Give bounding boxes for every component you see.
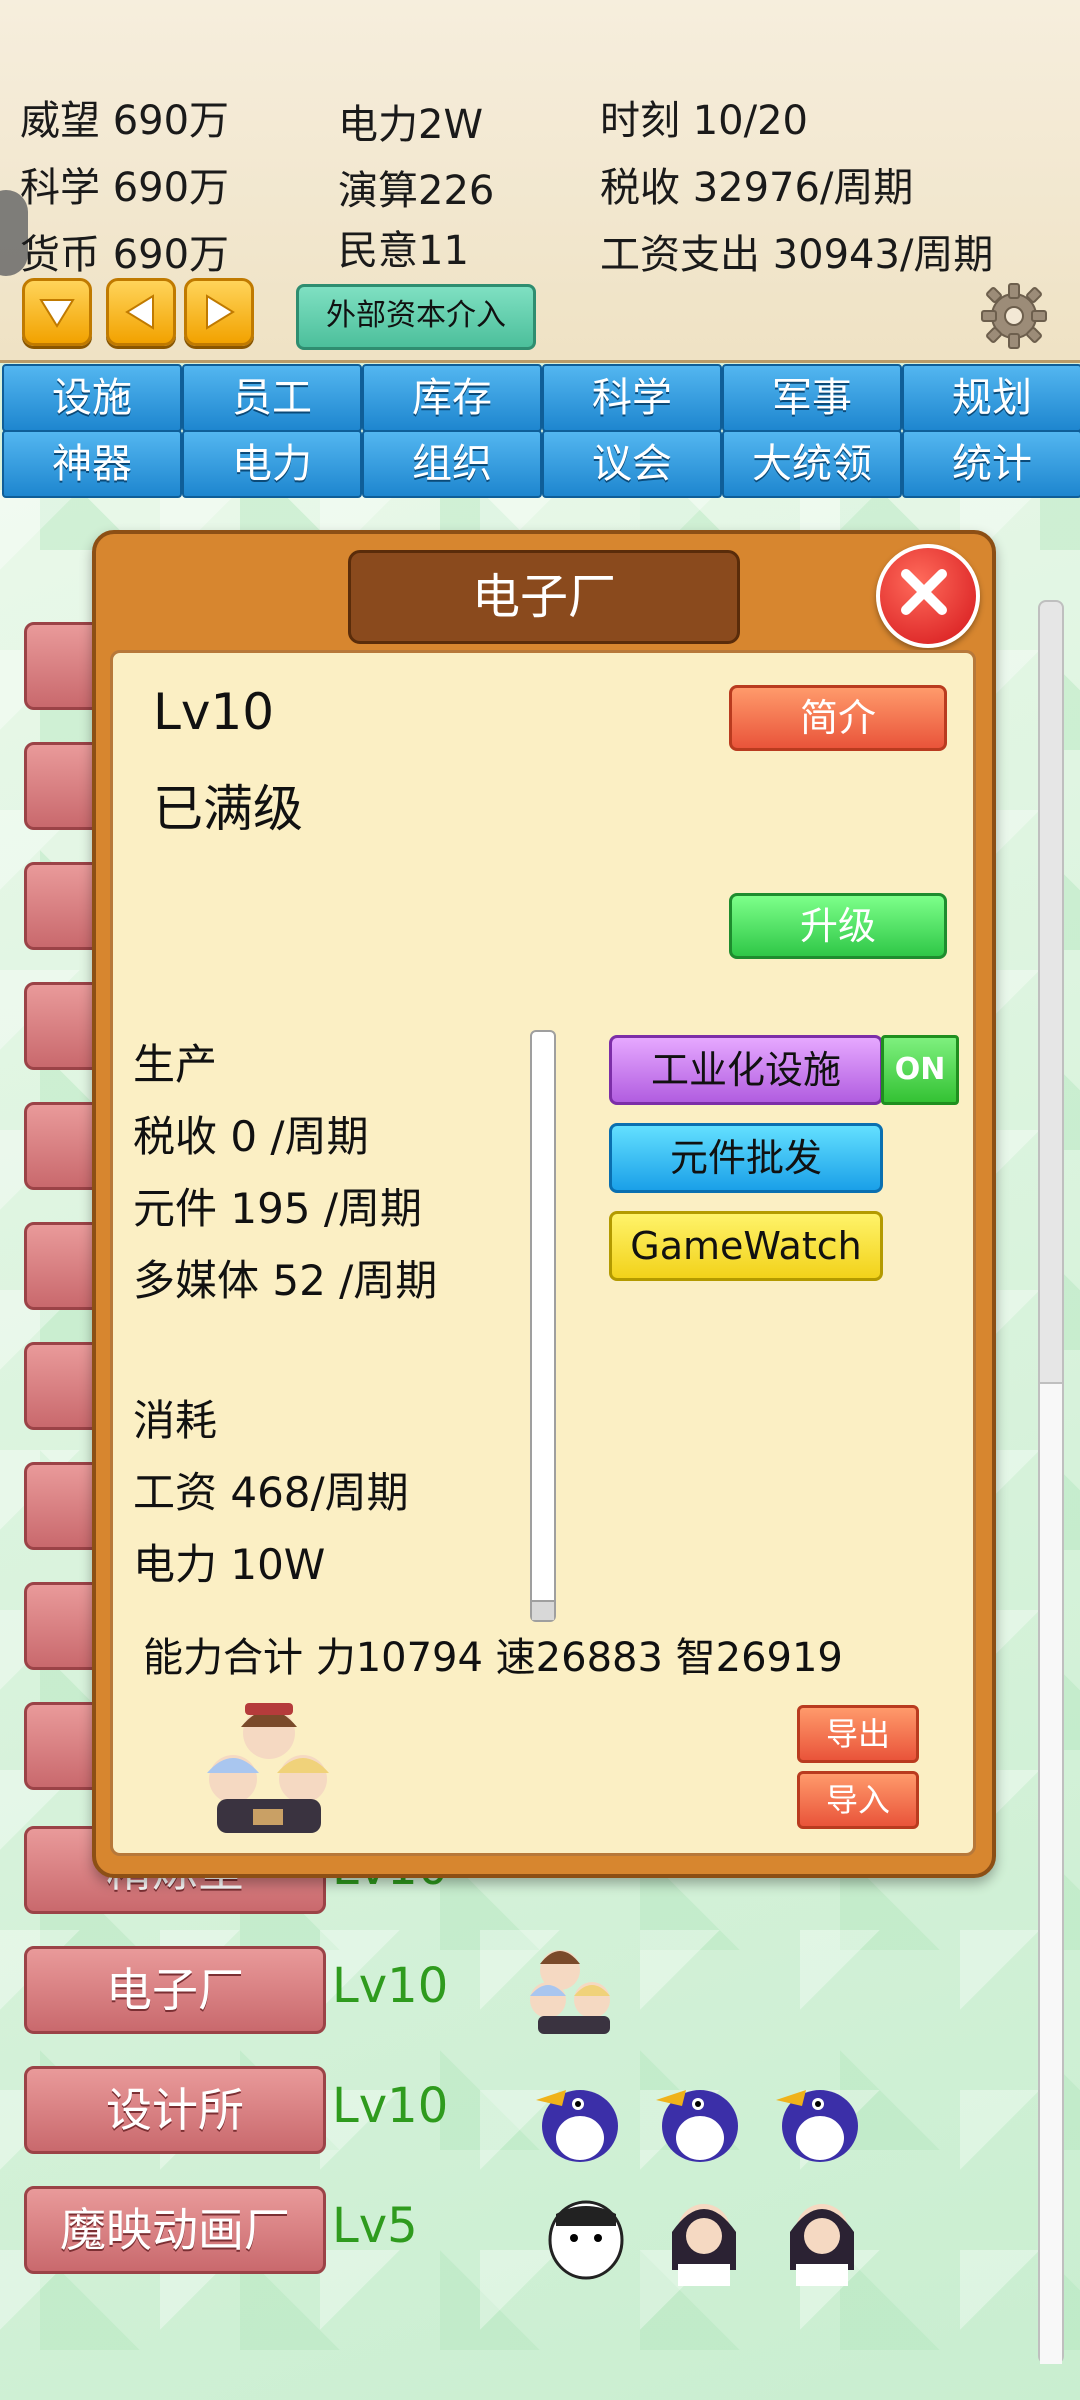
upgrade-button[interactable]: 升级 — [729, 893, 947, 959]
gear-icon[interactable] — [978, 280, 1050, 352]
girl-portrait — [672, 2204, 736, 2286]
component-wholesale-button[interactable]: 元件批发 — [609, 1123, 883, 1193]
industrial-toggle[interactable]: ON — [881, 1035, 959, 1105]
girl-portrait — [790, 2204, 854, 2286]
consumption-power: 电力 10W — [133, 1540, 326, 1589]
export-button[interactable]: 导出 — [797, 1705, 919, 1763]
list-item-electronics-factory[interactable]: 电子厂 — [24, 1946, 326, 2034]
collapse-button[interactable] — [22, 278, 92, 346]
facility-level: Lv10 — [153, 683, 275, 741]
triangle-left-icon — [125, 294, 154, 330]
stat-public-opinion: 民意11 — [338, 228, 469, 274]
production-components: 元件 195 /周期 — [133, 1184, 423, 1233]
list-item-level: Lv5 — [332, 2198, 418, 2254]
stat-currency: 货币 690万 — [20, 232, 230, 278]
tab-inventory[interactable]: 库存 — [362, 364, 542, 432]
consumption-header: 消耗 — [133, 1396, 218, 1445]
tab-grid: 设施 员工 库存 科学 军事 规划 神器 电力 组织 议会 大统领 统计 — [0, 362, 1080, 502]
stat-power: 电力2W — [338, 102, 483, 148]
industrial-facility-button[interactable]: 工业化设施 — [609, 1035, 883, 1105]
intro-button[interactable]: 简介 — [729, 685, 947, 751]
stat-prestige: 威望 690万 — [20, 98, 230, 144]
tab-facilities[interactable]: 设施 — [2, 364, 182, 432]
tab-organization[interactable]: 组织 — [362, 430, 542, 498]
previous-button[interactable] — [106, 278, 176, 346]
staff-chibi-group — [207, 1703, 329, 1833]
tab-science[interactable]: 科学 — [542, 364, 722, 432]
dialog-title: 电子厂 — [348, 550, 740, 644]
penguin-portrait — [656, 2090, 738, 2162]
stat-time: 时刻 10/20 — [600, 98, 808, 144]
ability-total: 能力合计 力10794 速26883 智26919 — [143, 1635, 843, 1681]
stat-compute: 演算226 — [338, 168, 495, 214]
max-level-text: 已满级 — [153, 780, 303, 838]
production-header: 生产 — [133, 1040, 218, 1089]
staff-portrait — [530, 1950, 610, 2034]
production-tax: 税收 0 /周期 — [133, 1112, 369, 1161]
tab-statistics[interactable]: 统计 — [902, 430, 1080, 498]
list-scrollbar-thumb[interactable] — [1040, 1382, 1062, 2364]
tab-power[interactable]: 电力 — [182, 430, 362, 498]
stat-science: 科学 690万 — [20, 165, 230, 211]
gamewatch-button[interactable]: GameWatch — [609, 1211, 883, 1281]
list-item-level: Lv10 — [332, 1958, 449, 2014]
tab-artifacts[interactable]: 神器 — [2, 430, 182, 498]
triangle-down-icon — [39, 299, 75, 328]
dialog-scrollbar-thumb[interactable] — [532, 1600, 554, 1620]
production-multimedia: 多媒体 52 /周期 — [133, 1256, 438, 1305]
close-icon — [901, 569, 947, 615]
consumption-wages: 工资 468/周期 — [133, 1468, 409, 1517]
tab-parliament[interactable]: 议会 — [542, 430, 722, 498]
status-panel: 威望 690万 科学 690万 货币 690万 电力2W 演算226 民意11 … — [0, 0, 1080, 363]
dialog-scrollbar[interactable] — [530, 1030, 556, 1622]
tab-staff[interactable]: 员工 — [182, 364, 362, 432]
tab-planning[interactable]: 规划 — [902, 364, 1080, 432]
stat-wage-expense: 工资支出 30943/周期 — [600, 232, 994, 278]
stat-tax: 税收 32976/周期 — [600, 165, 914, 211]
tab-military[interactable]: 军事 — [722, 364, 902, 432]
list-item-design-studio[interactable]: 设计所 — [24, 2066, 326, 2154]
tab-president[interactable]: 大统领 — [722, 430, 902, 498]
list-item-animation-studio[interactable]: 魔映动画厂 — [24, 2186, 326, 2274]
penguin-portrait — [536, 2090, 618, 2162]
cow-portrait — [548, 2200, 624, 2280]
next-button[interactable] — [184, 278, 254, 346]
list-item-level: Lv10 — [332, 2078, 449, 2134]
external-capital-button[interactable]: 外部资本介入 — [296, 284, 536, 350]
triangle-right-icon — [206, 294, 235, 330]
import-button[interactable]: 导入 — [797, 1771, 919, 1829]
list-scrollbar[interactable] — [1038, 600, 1064, 2364]
penguin-portrait — [776, 2090, 858, 2162]
close-button[interactable] — [876, 544, 980, 648]
